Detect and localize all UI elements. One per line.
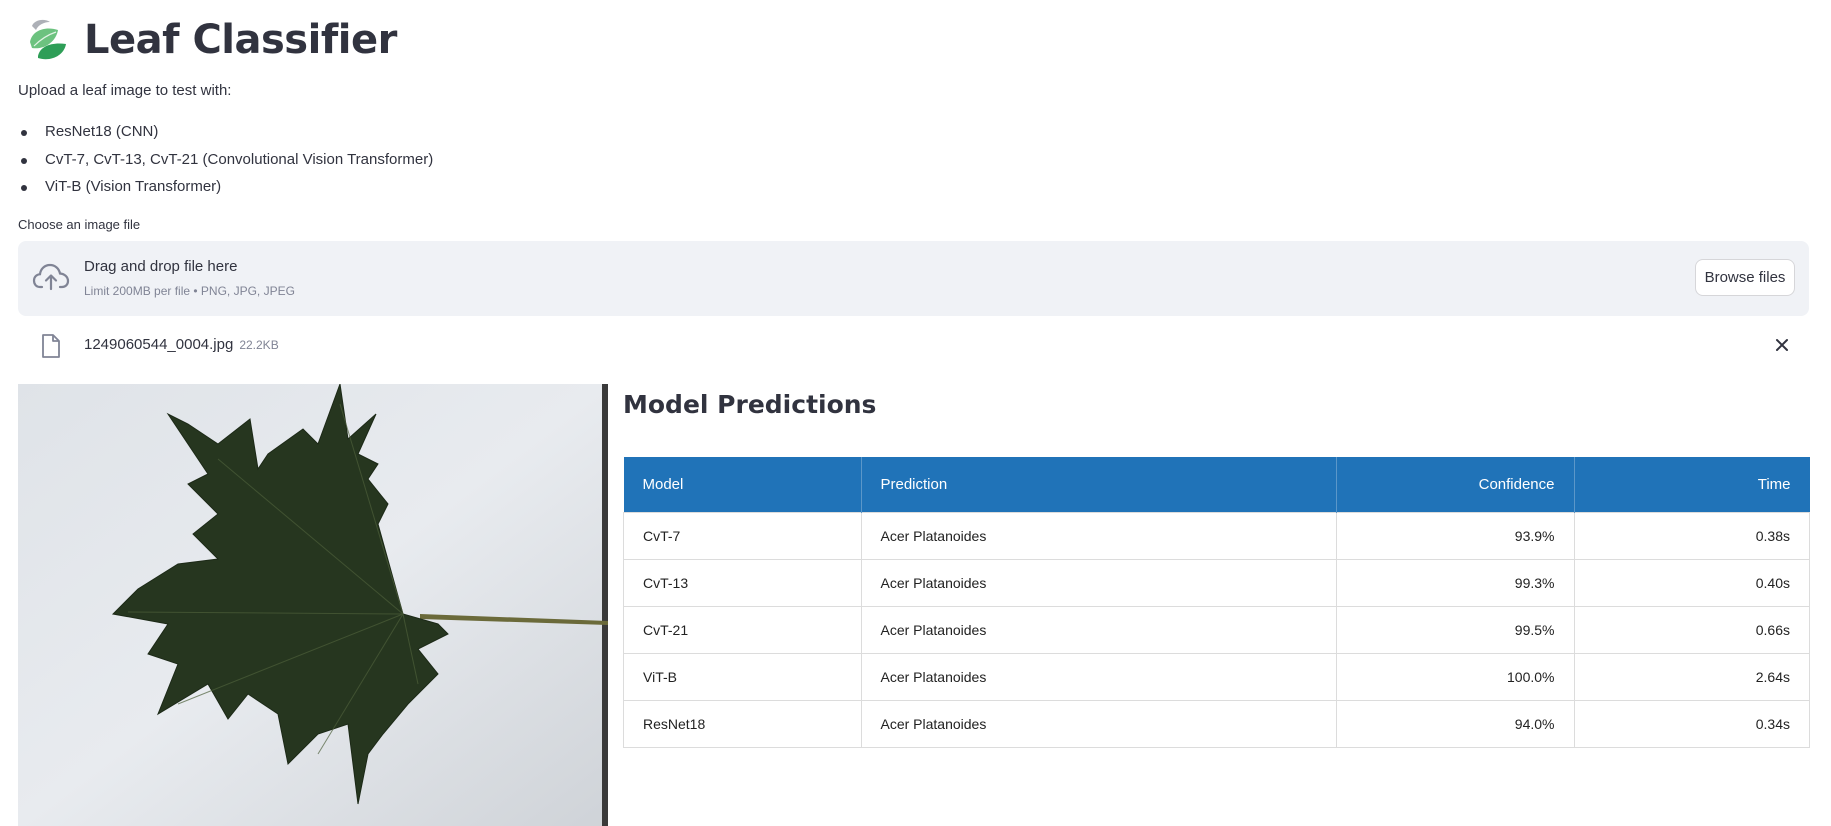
page-header: Leaf Classifier bbox=[24, 14, 397, 66]
dropzone-instructions: Drag and drop file here bbox=[84, 258, 238, 275]
confidence-cell: 99.3% bbox=[1335, 559, 1575, 607]
column-header-model[interactable]: Model bbox=[623, 457, 861, 513]
time-cell: 0.66s bbox=[1573, 606, 1810, 654]
predictions-table: Model Prediction Confidence Time CvT-7 A… bbox=[623, 457, 1810, 748]
predictions-title: Model Predictions bbox=[623, 390, 877, 419]
prediction-cell: Acer Platanoides bbox=[860, 512, 1337, 560]
file-size: 22.2KB bbox=[239, 338, 279, 352]
prediction-cell: Acer Platanoides bbox=[860, 653, 1337, 701]
table-row: ViT-B Acer Platanoides 100.0% 2.64s bbox=[623, 653, 1810, 701]
table-header-row: Model Prediction Confidence Time bbox=[623, 457, 1810, 513]
time-cell: 0.34s bbox=[1573, 700, 1810, 748]
table-row: ResNet18 Acer Platanoides 94.0% 0.34s bbox=[623, 700, 1810, 748]
browse-files-button[interactable]: Browse files bbox=[1695, 259, 1795, 296]
intro-text: Upload a leaf image to test with: bbox=[18, 82, 232, 99]
prediction-cell: Acer Platanoides bbox=[860, 559, 1337, 607]
confidence-cell: 94.0% bbox=[1335, 700, 1575, 748]
column-header-prediction[interactable]: Prediction bbox=[860, 457, 1336, 513]
table-row: CvT-7 Acer Platanoides 93.9% 0.38s bbox=[623, 512, 1810, 560]
file-dropzone[interactable]: Drag and drop file here Limit 200MB per … bbox=[18, 241, 1809, 316]
page-title: Leaf Classifier bbox=[84, 17, 397, 63]
confidence-cell: 100.0% bbox=[1335, 653, 1575, 701]
file-name: 1249060544_0004.jpg bbox=[84, 336, 234, 353]
prediction-cell: Acer Platanoides bbox=[860, 606, 1337, 654]
model-cell: ViT-B bbox=[623, 653, 862, 701]
uploader-label: Choose an image file bbox=[18, 217, 141, 232]
table-row: CvT-21 Acer Platanoides 99.5% 0.66s bbox=[623, 606, 1810, 654]
list-item: ResNet18 (CNN) bbox=[18, 118, 433, 146]
uploaded-leaf-image bbox=[18, 384, 608, 826]
time-cell: 0.40s bbox=[1573, 559, 1810, 607]
confidence-cell: 99.5% bbox=[1335, 606, 1575, 654]
model-list: ResNet18 (CNN) CvT-7, CvT-13, CvT-21 (Co… bbox=[18, 118, 433, 201]
model-cell: CvT-7 bbox=[623, 512, 862, 560]
cloud-upload-icon bbox=[32, 263, 70, 291]
model-cell: CvT-13 bbox=[623, 559, 862, 607]
file-icon bbox=[42, 334, 60, 358]
list-item: CvT-7, CvT-13, CvT-21 (Convolutional Vis… bbox=[18, 146, 433, 174]
leaf-photo bbox=[18, 384, 608, 826]
column-header-time[interactable]: Time bbox=[1573, 457, 1810, 513]
prediction-cell: Acer Platanoides bbox=[860, 700, 1337, 748]
column-header-confidence[interactable]: Confidence bbox=[1335, 457, 1574, 513]
time-cell: 0.38s bbox=[1573, 512, 1810, 560]
leaf-logo-icon bbox=[30, 19, 66, 60]
model-cell: CvT-21 bbox=[623, 606, 862, 654]
close-icon[interactable] bbox=[1771, 334, 1793, 356]
time-cell: 2.64s bbox=[1573, 653, 1810, 701]
confidence-cell: 93.9% bbox=[1335, 512, 1575, 560]
dropzone-limit: Limit 200MB per file • PNG, JPG, JPEG bbox=[84, 284, 295, 298]
table-row: CvT-13 Acer Platanoides 99.3% 0.40s bbox=[623, 559, 1810, 607]
model-cell: ResNet18 bbox=[623, 700, 862, 748]
uploaded-file: 1249060544_0004.jpg 22.2KB bbox=[18, 330, 1809, 360]
list-item: ViT-B (Vision Transformer) bbox=[18, 173, 433, 201]
